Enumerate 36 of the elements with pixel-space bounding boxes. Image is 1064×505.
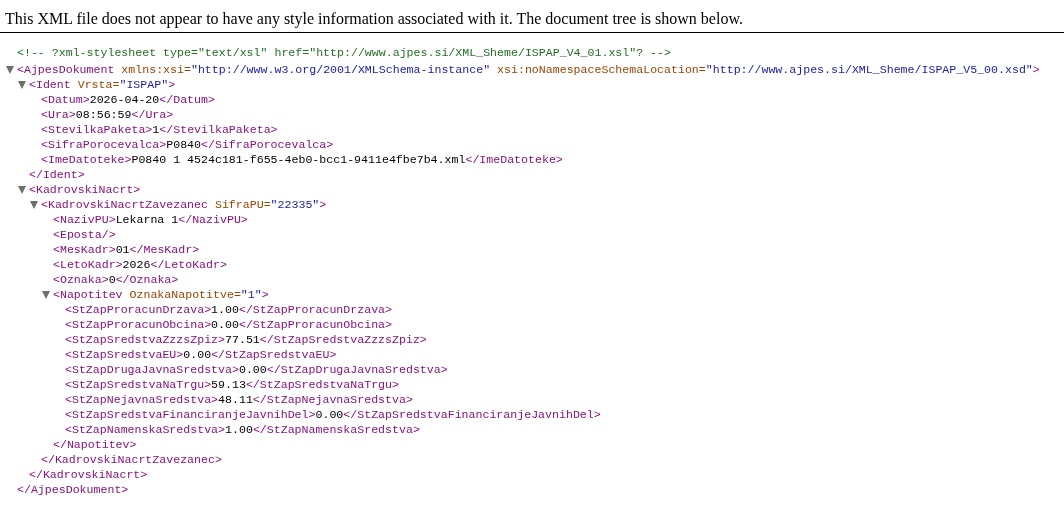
xml-line: <StZapSredstvaZzzsZpiz>77.51</StZapSredstvaZzzsZpiz> [65,332,427,347]
xml-line: </KadrovskiNacrt> [29,467,148,482]
xml-line: <MesKadr>01</MesKadr> [53,242,200,257]
xml-line: <Eposta/> [53,227,116,242]
xml-line: </KadrovskiNacrtZavezanec> [41,452,222,467]
xml-line: <Ura>08:56:59</Ura> [41,107,174,122]
xml-line: <StZapNamenskaSredstva>1.00</StZapNamenskaSredstva> [65,422,420,437]
expand-toggle-icon[interactable] [18,80,26,89]
xml-line: <Datum>2026-04-20</Datum> [41,92,215,107]
expand-toggle-icon[interactable] [30,200,38,209]
notice-text: This XML file does not appear to have any style information associated with it. The document tree is shown below. [5,10,743,27]
xml-line: <LetoKadr>2026</LetoKadr> [53,257,227,272]
xml-line: <StZapSredstvaNaTrgu>59.13</StZapSredstvaNaTrgu> [65,377,399,392]
xml-line: <StZapProracunObcina>0.00</StZapProracunObcina> [65,317,392,332]
xml-line: </Ident> [29,167,85,182]
xml-line: <StZapSredstvaEU>0.00</StZapSredstvaEU> [65,347,337,362]
xml-line: </AjpesDokument> [17,482,129,497]
xml-line: </Napotitev> [53,437,137,452]
expand-toggle-icon[interactable] [18,185,26,194]
expand-toggle-icon[interactable] [42,290,50,299]
xml-line: <KadrovskiNacrt> [29,182,141,197]
xml-line: <StZapProracunDrzava>1.00</StZapProracunDrzava> [65,302,392,317]
xml-line: <ImeDatoteke>P0840 1 4524c181-f655-4eb0-bcc1-9411e4fbe7b4.xml</ImeDatoteke> [41,152,563,167]
xml-line: <StZapDrugaJavnaSredstva>0.00</StZapDrugaJavnaSredstva> [65,362,448,377]
xml-line: <KadrovskiNacrtZavezanec SifraPU="22335"> [41,197,327,212]
xml-line: <SifraPorocevalca>P0840</SifraPorocevalca> [41,137,334,152]
xml-line: <AjpesDokument xmlns:xsi="http://www.w3.org/2001/XMLSchema-instance" xsi:noNamespaceSchemaLocation="http://www.ajpes.si/XML_Sheme/ISPAP_V5_00.xsd"> [17,62,1040,77]
xml-line: <StZapNejavnaSredstva>48.11</StZapNejavnaSredstva> [65,392,413,407]
xml-comment: <!-- ?xml-stylesheet type="text/xsl" href="http://www.ajpes.si/XML_Sheme/ISPAP_V4_01.xsl"? --> [17,45,671,60]
xml-line: <StZapSredstvaFinanciranjeJavnihDel>0.00</StZapSredstvaFinanciranjeJavnihDel> [65,407,601,422]
xml-line: <Napotitev OznakaNapotitve="1"> [53,287,269,302]
expand-toggle-icon[interactable] [6,65,14,74]
xml-line: <Oznaka>0</Oznaka> [53,272,179,287]
xml-line: <NazivPU>Lekarna 1</NazivPU> [53,212,248,227]
xml-line: <StevilkaPaketa>1</StevilkaPaketa> [41,122,278,137]
xml-line: <Ident Vrsta="ISPAP"> [29,77,176,92]
